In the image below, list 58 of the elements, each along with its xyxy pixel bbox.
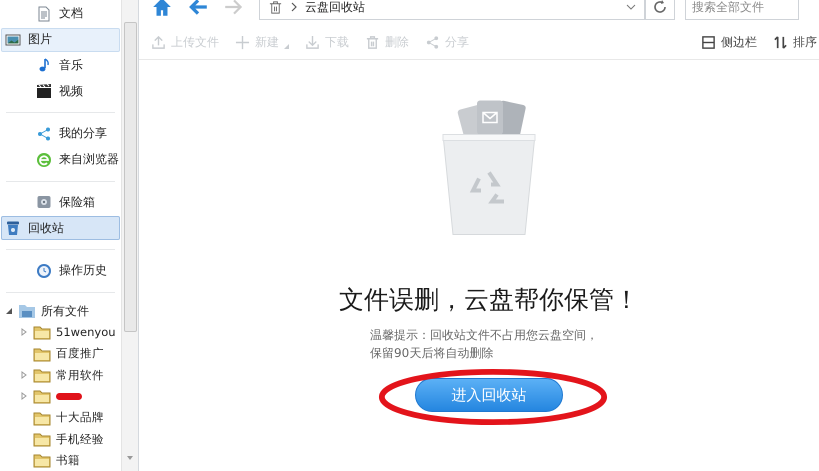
document-icon [36, 6, 52, 22]
path-text: 云盘回收站 [305, 0, 366, 16]
tree-item[interactable]: 所有文件 [0, 300, 122, 322]
trash-icon [268, 0, 283, 14]
picture-icon [5, 32, 21, 48]
chevron-right-icon [291, 2, 297, 12]
folder-icon [33, 367, 51, 384]
folder-icon [33, 410, 51, 426]
trash-icon [365, 35, 380, 50]
sidebar-toggle-button[interactable]: 侧边栏 [699, 34, 759, 51]
scrollbar-thumb[interactable] [124, 22, 138, 332]
tip-text: 温馨提示：回收站文件不占用您云盘空间， 保留90天后将自动删除 [370, 327, 598, 362]
sidebar-item[interactable]: 音乐 [1, 54, 120, 78]
folder-icon [33, 388, 51, 404]
folder-icon [33, 324, 51, 340]
clapperboard-icon [36, 83, 52, 100]
home-icon[interactable] [151, 0, 173, 18]
tree-item[interactable]: 书籍 [0, 450, 122, 471]
browser-icon [36, 152, 52, 168]
sidebar-item[interactable]: 文档 [1, 2, 120, 26]
chevron-down-icon[interactable] [626, 4, 636, 10]
sidebar-item[interactable]: 操作历史 [1, 259, 120, 283]
upload-icon [151, 35, 166, 50]
expanded-arrow-icon[interactable] [5, 307, 13, 316]
sort-icon [773, 35, 788, 50]
tree-item[interactable]: 常用软件 [0, 364, 122, 386]
sidebar-item[interactable]: 视频 [1, 79, 120, 104]
folder-icon [33, 431, 51, 448]
tree-item[interactable]: 51wenyou [0, 322, 122, 344]
sidebar-item[interactable]: 来自浏览器 [1, 148, 120, 172]
address-bar[interactable]: 云盘回收站 [259, 0, 645, 20]
tree-item[interactable]: 十大品牌 [0, 407, 122, 428]
share-icon [36, 126, 52, 142]
tree-item[interactable]: 手机经验 [0, 428, 122, 450]
sort-button[interactable]: 排序 [771, 34, 819, 51]
clock-icon [36, 262, 52, 279]
sidebar-item[interactable]: 回收站 [1, 216, 120, 240]
download-icon [305, 35, 320, 50]
tree-item[interactable]: 百度推广 [0, 343, 122, 364]
safe-icon [36, 194, 52, 210]
folder-icon [33, 346, 51, 362]
panel-icon [701, 35, 716, 50]
folder-icon [33, 452, 51, 468]
collapsed-arrow-icon[interactable] [20, 371, 28, 380]
sidebar-item[interactable]: 保险箱 [1, 190, 120, 214]
collapsed-arrow-icon[interactable] [20, 328, 28, 336]
folder-icon [18, 303, 36, 320]
share-icon [425, 35, 440, 50]
sidebar-item[interactable]: 图片 [1, 28, 120, 52]
search-field[interactable]: 搜索全部文件 [685, 0, 799, 20]
scroll-down-arrow-icon[interactable] [126, 455, 134, 461]
refresh-button[interactable] [645, 0, 675, 20]
collapsed-arrow-icon[interactable] [20, 392, 28, 400]
plus-icon [235, 35, 250, 50]
sidebar-item[interactable]: 我的分享 [1, 122, 120, 146]
trash-bin-icon [5, 220, 21, 236]
refresh-icon [652, 0, 668, 15]
headline: 文件误删，云盘帮你保管！ [339, 284, 639, 316]
